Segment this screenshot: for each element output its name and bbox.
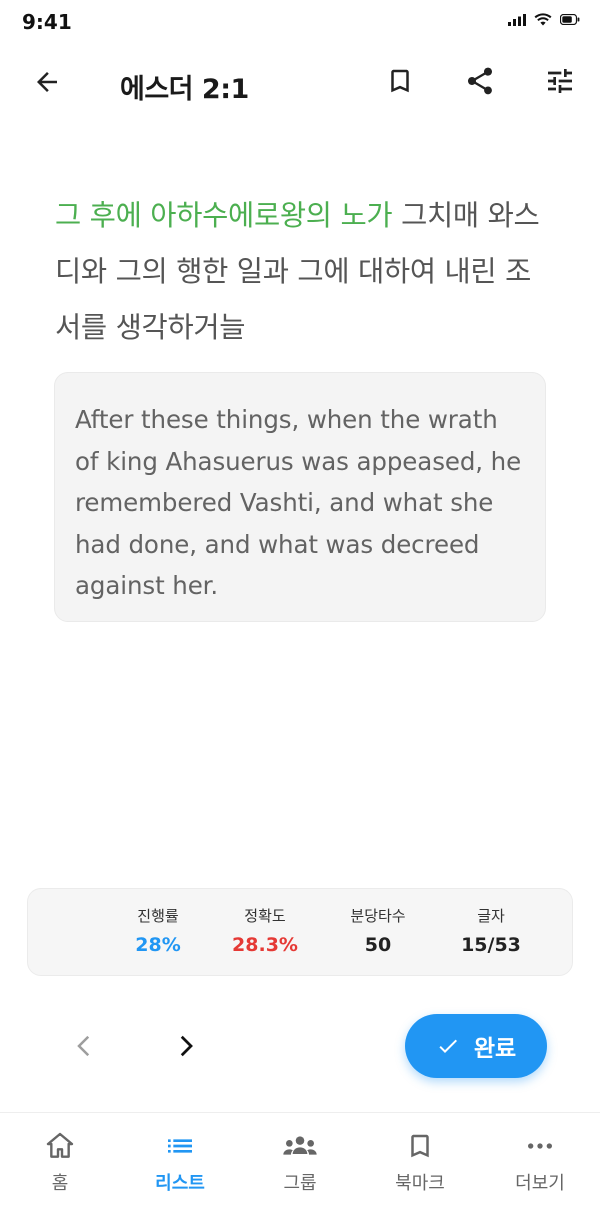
nav-item-group[interactable]: 그룹 <box>250 1129 350 1195</box>
arrow-left-icon <box>37 72 57 92</box>
stat-progress: 진행률 28% <box>98 905 218 956</box>
nav-label-group: 그룹 <box>283 1173 317 1194</box>
nav-label-more: 더보기 <box>515 1173 565 1194</box>
chevron-left-icon <box>77 1035 90 1057</box>
share-button[interactable] <box>458 59 502 103</box>
verse-typed-text: 그 후에 아하수에로왕의 노가 <box>55 199 393 232</box>
stat-accuracy-label: 정확도 <box>244 907 286 925</box>
stat-accuracy: 정확도 28.3% <box>205 905 325 956</box>
share-icon <box>468 67 492 95</box>
stat-chars-value: 15/53 <box>461 934 521 956</box>
stats-panel: 진행률 28% 정확도 28.3% 분당타수 50 글자 15/53 <box>27 888 573 976</box>
status-icons <box>508 13 580 26</box>
more-horizontal-icon <box>528 1143 552 1149</box>
nav-label-list: 리스트 <box>155 1173 205 1194</box>
home-icon <box>46 1132 74 1158</box>
chevron-right-icon <box>180 1035 193 1057</box>
back-button[interactable] <box>25 60 69 104</box>
stat-progress-value: 28% <box>135 934 181 956</box>
bottom-nav: 홈 리스트 그룹 북마크 더보기 <box>0 1112 600 1208</box>
group-icon <box>283 1136 317 1155</box>
list-icon <box>168 1139 192 1153</box>
signal-icon <box>508 13 526 26</box>
nav-item-more[interactable]: 더보기 <box>490 1129 590 1195</box>
app-bar: 에스더 2:1 <box>0 50 600 114</box>
nav-label-bookmark: 북마크 <box>395 1173 445 1194</box>
stat-speed: 분당타수 50 <box>318 905 438 956</box>
stat-accuracy-value: 28.3% <box>232 934 298 956</box>
bookmark-icon <box>391 69 409 93</box>
battery-icon <box>560 14 580 25</box>
stat-speed-value: 50 <box>364 934 392 956</box>
nav-item-home[interactable]: 홈 <box>10 1129 110 1195</box>
stat-chars-label: 글자 <box>477 907 505 925</box>
verse-text: 그 후에 아하수에로왕의 노가 그치매 와스디와 그의 행한 일과 그에 대하여… <box>55 188 555 356</box>
nav-item-list[interactable]: 리스트 <box>130 1129 230 1195</box>
bookmark-icon <box>411 1134 429 1158</box>
stat-chars: 글자 15/53 <box>431 905 551 956</box>
status-time: 9:41 <box>22 10 72 34</box>
previous-verse-button[interactable] <box>62 1024 106 1068</box>
translation-text: After these things, when the wrath of ki… <box>75 405 522 600</box>
nav-label-home: 홈 <box>51 1173 69 1194</box>
bookmark-button[interactable] <box>378 59 422 103</box>
nav-item-bookmark[interactable]: 북마크 <box>370 1129 470 1195</box>
check-icon <box>439 1039 457 1053</box>
done-label: 완료 <box>473 1036 517 1062</box>
translation-card: After these things, when the wrath of ki… <box>54 372 546 622</box>
wifi-icon <box>534 13 552 26</box>
stat-speed-label: 분당타수 <box>350 907 406 925</box>
stat-progress-label: 진행률 <box>137 907 179 925</box>
status-bar: 9:41 <box>0 0 600 44</box>
next-verse-button[interactable] <box>164 1024 208 1068</box>
done-button[interactable]: 완료 <box>405 1014 547 1078</box>
page-title: 에스더 2:1 <box>120 74 249 105</box>
tune-icon <box>548 69 572 93</box>
settings-button[interactable] <box>538 59 582 103</box>
